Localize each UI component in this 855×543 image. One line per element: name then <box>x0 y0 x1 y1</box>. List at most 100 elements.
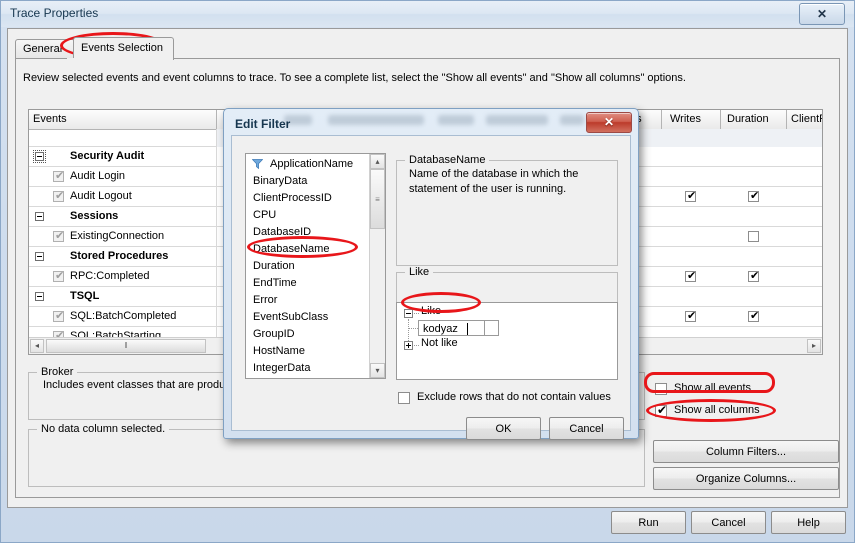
tab-events-selection[interactable]: Events Selection <box>73 37 174 60</box>
dialog-ok-button[interactable]: OK <box>466 417 541 440</box>
scroll-up-icon[interactable]: ▴ <box>370 154 385 169</box>
column-header-clientprocessid[interactable]: ClientProcess <box>787 110 822 129</box>
list-item-endtime[interactable]: EndTime <box>253 277 297 289</box>
row-name-cell[interactable]: Sessions <box>29 207 217 227</box>
cell-writes-checkbox-r6[interactable]: ✔ <box>685 270 696 282</box>
list-item-clientprocessid[interactable]: ClientProcessID <box>253 192 332 204</box>
exclude-rows-label: Exclude rows that do not contain values <box>417 391 611 403</box>
list-item-hostname[interactable]: HostName <box>253 345 305 357</box>
column-description-title: DatabaseName <box>405 154 490 166</box>
column-header-duration[interactable]: Duration <box>721 110 787 129</box>
list-item-integerdata[interactable]: IntegerData <box>253 362 310 374</box>
expander-icon[interactable] <box>35 292 44 301</box>
list-item-databaseid[interactable]: DatabaseID <box>253 226 311 238</box>
row-name-cell[interactable]: ✔ ExistingConnection <box>29 227 217 247</box>
row-name-cell[interactable]: ✔ Audit Login <box>29 167 217 187</box>
scrollbar-thumb[interactable]: ‖ <box>46 339 206 353</box>
filter-tree[interactable]: Like kodyaz Not like <box>396 302 618 380</box>
window-titlebar: Trace Properties ✕ <box>1 1 854 27</box>
show-all-events-label: Show all events <box>674 382 752 394</box>
cell-clientprocessid-checkbox-r0[interactable]: ✔ <box>822 151 823 162</box>
cell-clientprocessid-checkbox-r8[interactable]: ✔ <box>822 311 823 322</box>
cell-writes-checkbox-r2[interactable]: ✔ <box>685 190 696 202</box>
blurred-artifact <box>560 115 584 125</box>
expander-icon[interactable] <box>33 150 46 163</box>
text-caret <box>467 323 468 335</box>
blurred-artifact <box>438 115 474 125</box>
column-description-line1: Name of the database in which the <box>409 168 579 180</box>
checkbox-box[interactable] <box>655 383 667 395</box>
cell-clientprocessid-checkbox-r4[interactable]: ✔ <box>822 231 823 242</box>
organize-columns-button[interactable]: Organize Columns... <box>653 467 839 490</box>
list-item-applicationname[interactable]: ApplicationName <box>270 158 353 170</box>
list-item-databasename[interactable]: DatabaseName <box>253 243 329 255</box>
checkmark-icon: ✔ <box>657 403 668 417</box>
event-enabled-checkbox[interactable]: ✔ <box>53 310 64 322</box>
show-all-columns-label: Show all columns <box>674 404 760 416</box>
cell-clientprocessid-checkbox-r1[interactable]: ✔ <box>822 171 823 182</box>
row-name-cell[interactable]: Security Audit <box>29 147 217 167</box>
tab-events-selection-label: Events Selection <box>81 42 163 54</box>
column-header-writes[interactable]: Writes <box>662 110 721 129</box>
row-name-cell[interactable]: ✔ RPC:Completed <box>29 267 217 287</box>
list-item-cpu[interactable]: CPU <box>253 209 276 221</box>
cell-duration-checkbox-r8[interactable]: ✔ <box>748 310 759 322</box>
cell-duration-checkbox-r2[interactable]: ✔ <box>748 190 759 202</box>
cell-clientprocessid-checkbox-r6[interactable]: ✔ <box>822 271 823 282</box>
list-item-binarydata[interactable]: BinaryData <box>253 175 307 187</box>
cancel-label: Cancel <box>569 422 604 435</box>
column-header-events[interactable]: Events <box>29 110 217 129</box>
row-name-cell[interactable]: Stored Procedures <box>29 247 217 267</box>
close-icon: ✕ <box>816 7 828 21</box>
event-enabled-checkbox[interactable]: ✔ <box>53 230 64 242</box>
tree-collapse-icon-like[interactable] <box>404 309 413 318</box>
tree-expand-icon-not-like[interactable] <box>404 341 413 350</box>
tree-connector <box>408 328 418 329</box>
list-item-error[interactable]: Error <box>253 294 277 306</box>
like-value-field[interactable]: kodyaz <box>418 320 485 336</box>
list-item-duration[interactable]: Duration <box>253 260 295 272</box>
expander-icon[interactable] <box>35 212 44 221</box>
list-item-eventsubclass[interactable]: EventSubClass <box>253 311 328 323</box>
dialog-cancel-button[interactable]: Cancel <box>549 417 624 440</box>
cell-clientprocessid-checkbox-r9[interactable]: ✔ <box>822 331 823 342</box>
window-close-button[interactable]: ✕ <box>799 3 845 25</box>
no-data-column-title: No data column selected. <box>37 423 170 435</box>
scroll-right-icon[interactable]: ▸ <box>807 339 821 353</box>
cell-writes-checkbox-r8[interactable]: ✔ <box>685 310 696 322</box>
event-enabled-checkbox[interactable]: ✔ <box>53 270 64 282</box>
event-enabled-checkbox[interactable]: ✔ <box>53 190 64 202</box>
blurred-artifact <box>486 115 548 125</box>
scrollbar-thumb[interactable]: ≡ <box>370 169 385 229</box>
filter-column-list[interactable]: ApplicationName BinaryData ClientProcess… <box>245 153 386 379</box>
cell-clientprocessid-checkbox-r2[interactable]: ✔ <box>822 191 823 202</box>
like-value-field-spare[interactable] <box>485 320 499 336</box>
event-label: ExistingConnection <box>70 230 165 242</box>
event-label: RPC:Completed <box>70 270 150 282</box>
trace-properties-window: Trace Properties ✕ General Events Select… <box>0 0 855 543</box>
checkbox-box[interactable] <box>398 392 410 404</box>
dialog-footer: Run Cancel Help <box>7 508 848 538</box>
grid-spacer-name-cell <box>29 129 217 147</box>
row-name-cell[interactable]: TSQL <box>29 287 217 307</box>
event-enabled-checkbox[interactable]: ✔ <box>53 170 64 182</box>
scroll-down-icon[interactable]: ▾ <box>370 363 385 378</box>
edit-filter-close-button[interactable]: ✕ <box>586 112 632 133</box>
column-list-scrollbar[interactable]: ▴ ≡ ▾ <box>369 154 385 378</box>
help-button[interactable]: Help <box>771 511 846 534</box>
tree-connector <box>414 313 419 314</box>
row-name-cell[interactable]: ✔ SQL:BatchCompleted <box>29 307 217 327</box>
broker-panel-title: Broker <box>37 366 78 378</box>
column-filters-button[interactable]: Column Filters... <box>653 440 839 463</box>
cell-duration-checkbox-r6[interactable]: ✔ <box>748 270 759 282</box>
list-item-groupid[interactable]: GroupID <box>253 328 295 340</box>
cell-duration-checkbox-r4[interactable] <box>748 231 759 242</box>
row-name-cell[interactable]: ✔ Audit Logout <box>29 187 217 207</box>
scroll-left-icon[interactable]: ◂ <box>30 339 44 353</box>
checkbox-box[interactable]: ✔ <box>655 403 668 417</box>
tab-general[interactable]: General <box>15 39 75 59</box>
expander-icon[interactable] <box>35 252 44 261</box>
run-button[interactable]: Run <box>611 511 686 534</box>
cancel-button[interactable]: Cancel <box>691 511 766 534</box>
event-group-label: Sessions <box>70 210 119 222</box>
